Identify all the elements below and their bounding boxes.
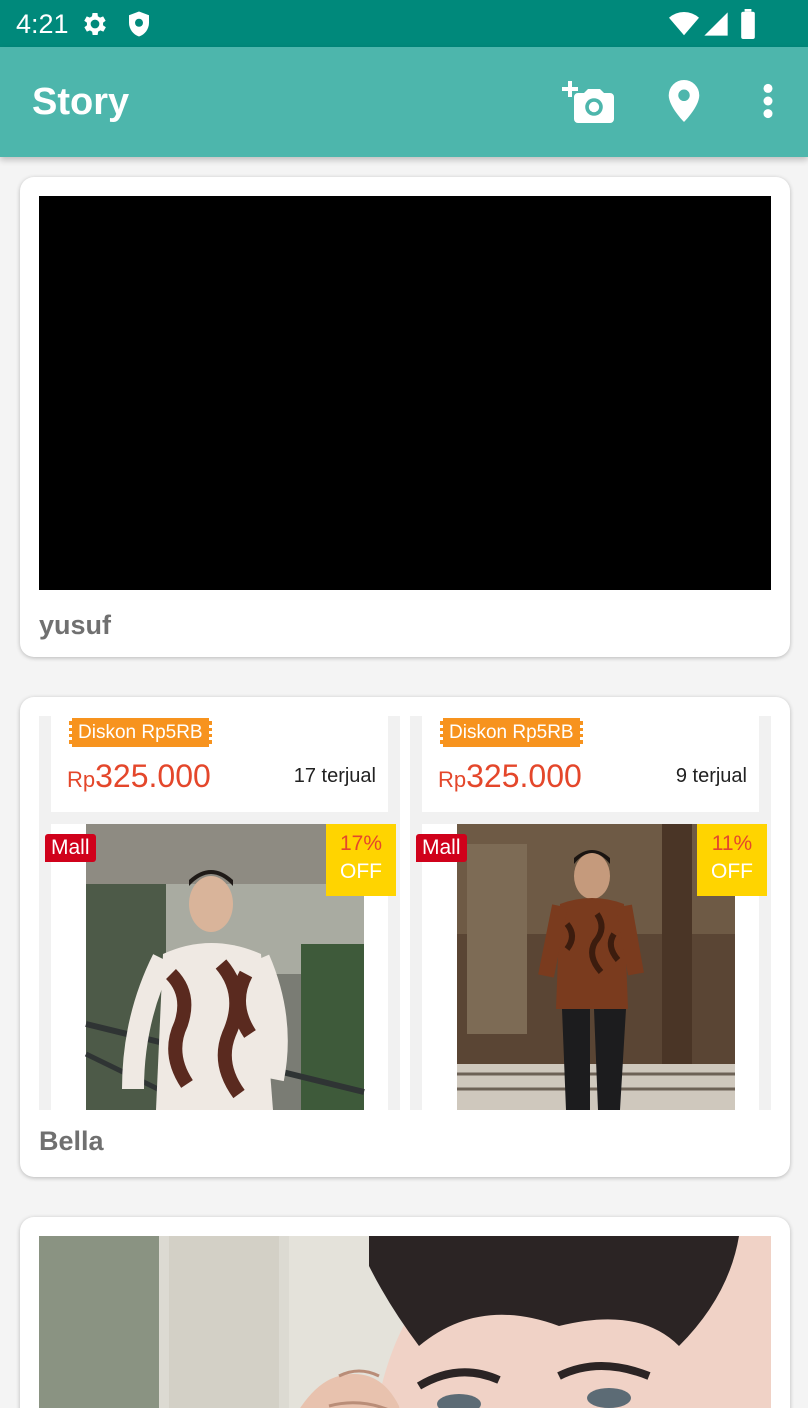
wifi-icon — [668, 9, 699, 39]
story-image: Diskon Rp5RB Rp325.000 17 terjual Mall 1… — [39, 716, 771, 1110]
story-list[interactable]: yusuf Diskon Rp5RB Rp325.000 17 terjual … — [0, 157, 808, 1408]
product-price: Rp325.000 — [67, 758, 211, 794]
location-pin-icon — [667, 79, 701, 127]
discount-tag: Diskon Rp5RB — [69, 718, 212, 747]
sold-count: 17 terjual — [293, 765, 376, 787]
discount-percent-badge: 11% OFF — [697, 824, 767, 896]
story-author-name: Bella — [39, 1126, 104, 1156]
sold-count: 9 terjual — [675, 765, 747, 787]
product-info: Diskon Rp5RB Rp325.000 9 terjual — [422, 716, 759, 812]
product-tile: Diskon Rp5RB Rp325.000 9 terjual Mall 11… — [410, 716, 771, 1110]
discount-tag: Diskon Rp5RB — [440, 718, 583, 747]
more-vert-icon — [762, 83, 774, 124]
battery-icon — [738, 9, 768, 40]
add-photo-icon — [562, 77, 614, 130]
story-author-name: yusuf — [39, 610, 112, 640]
status-bar: 4:21 — [0, 0, 808, 47]
gear-icon — [80, 9, 110, 39]
status-time: 4:21 — [16, 9, 69, 39]
product-info: Diskon Rp5RB Rp325.000 17 terjual — [51, 716, 388, 812]
shield-icon — [124, 9, 154, 39]
more-options-button[interactable] — [740, 75, 796, 131]
story-card[interactable]: Diskon Rp5RB Rp325.000 17 terjual Mall 1… — [20, 697, 790, 1177]
story-card[interactable]: yusuf — [20, 177, 790, 657]
mall-badge: Mall — [45, 834, 96, 862]
product-tile: Diskon Rp5RB Rp325.000 17 terjual Mall 1… — [39, 716, 400, 1110]
product-price: Rp325.000 — [438, 758, 582, 794]
app-title: Story — [32, 81, 130, 123]
story-image — [39, 196, 771, 590]
mall-badge: Mall — [416, 834, 467, 862]
add-photo-button[interactable] — [560, 75, 616, 131]
signal-icon — [702, 9, 732, 39]
story-card[interactable] — [20, 1217, 790, 1408]
story-image — [39, 1236, 771, 1408]
location-button[interactable] — [656, 75, 712, 131]
discount-percent-badge: 17% OFF — [326, 824, 396, 896]
app-bar: Story — [0, 47, 808, 157]
